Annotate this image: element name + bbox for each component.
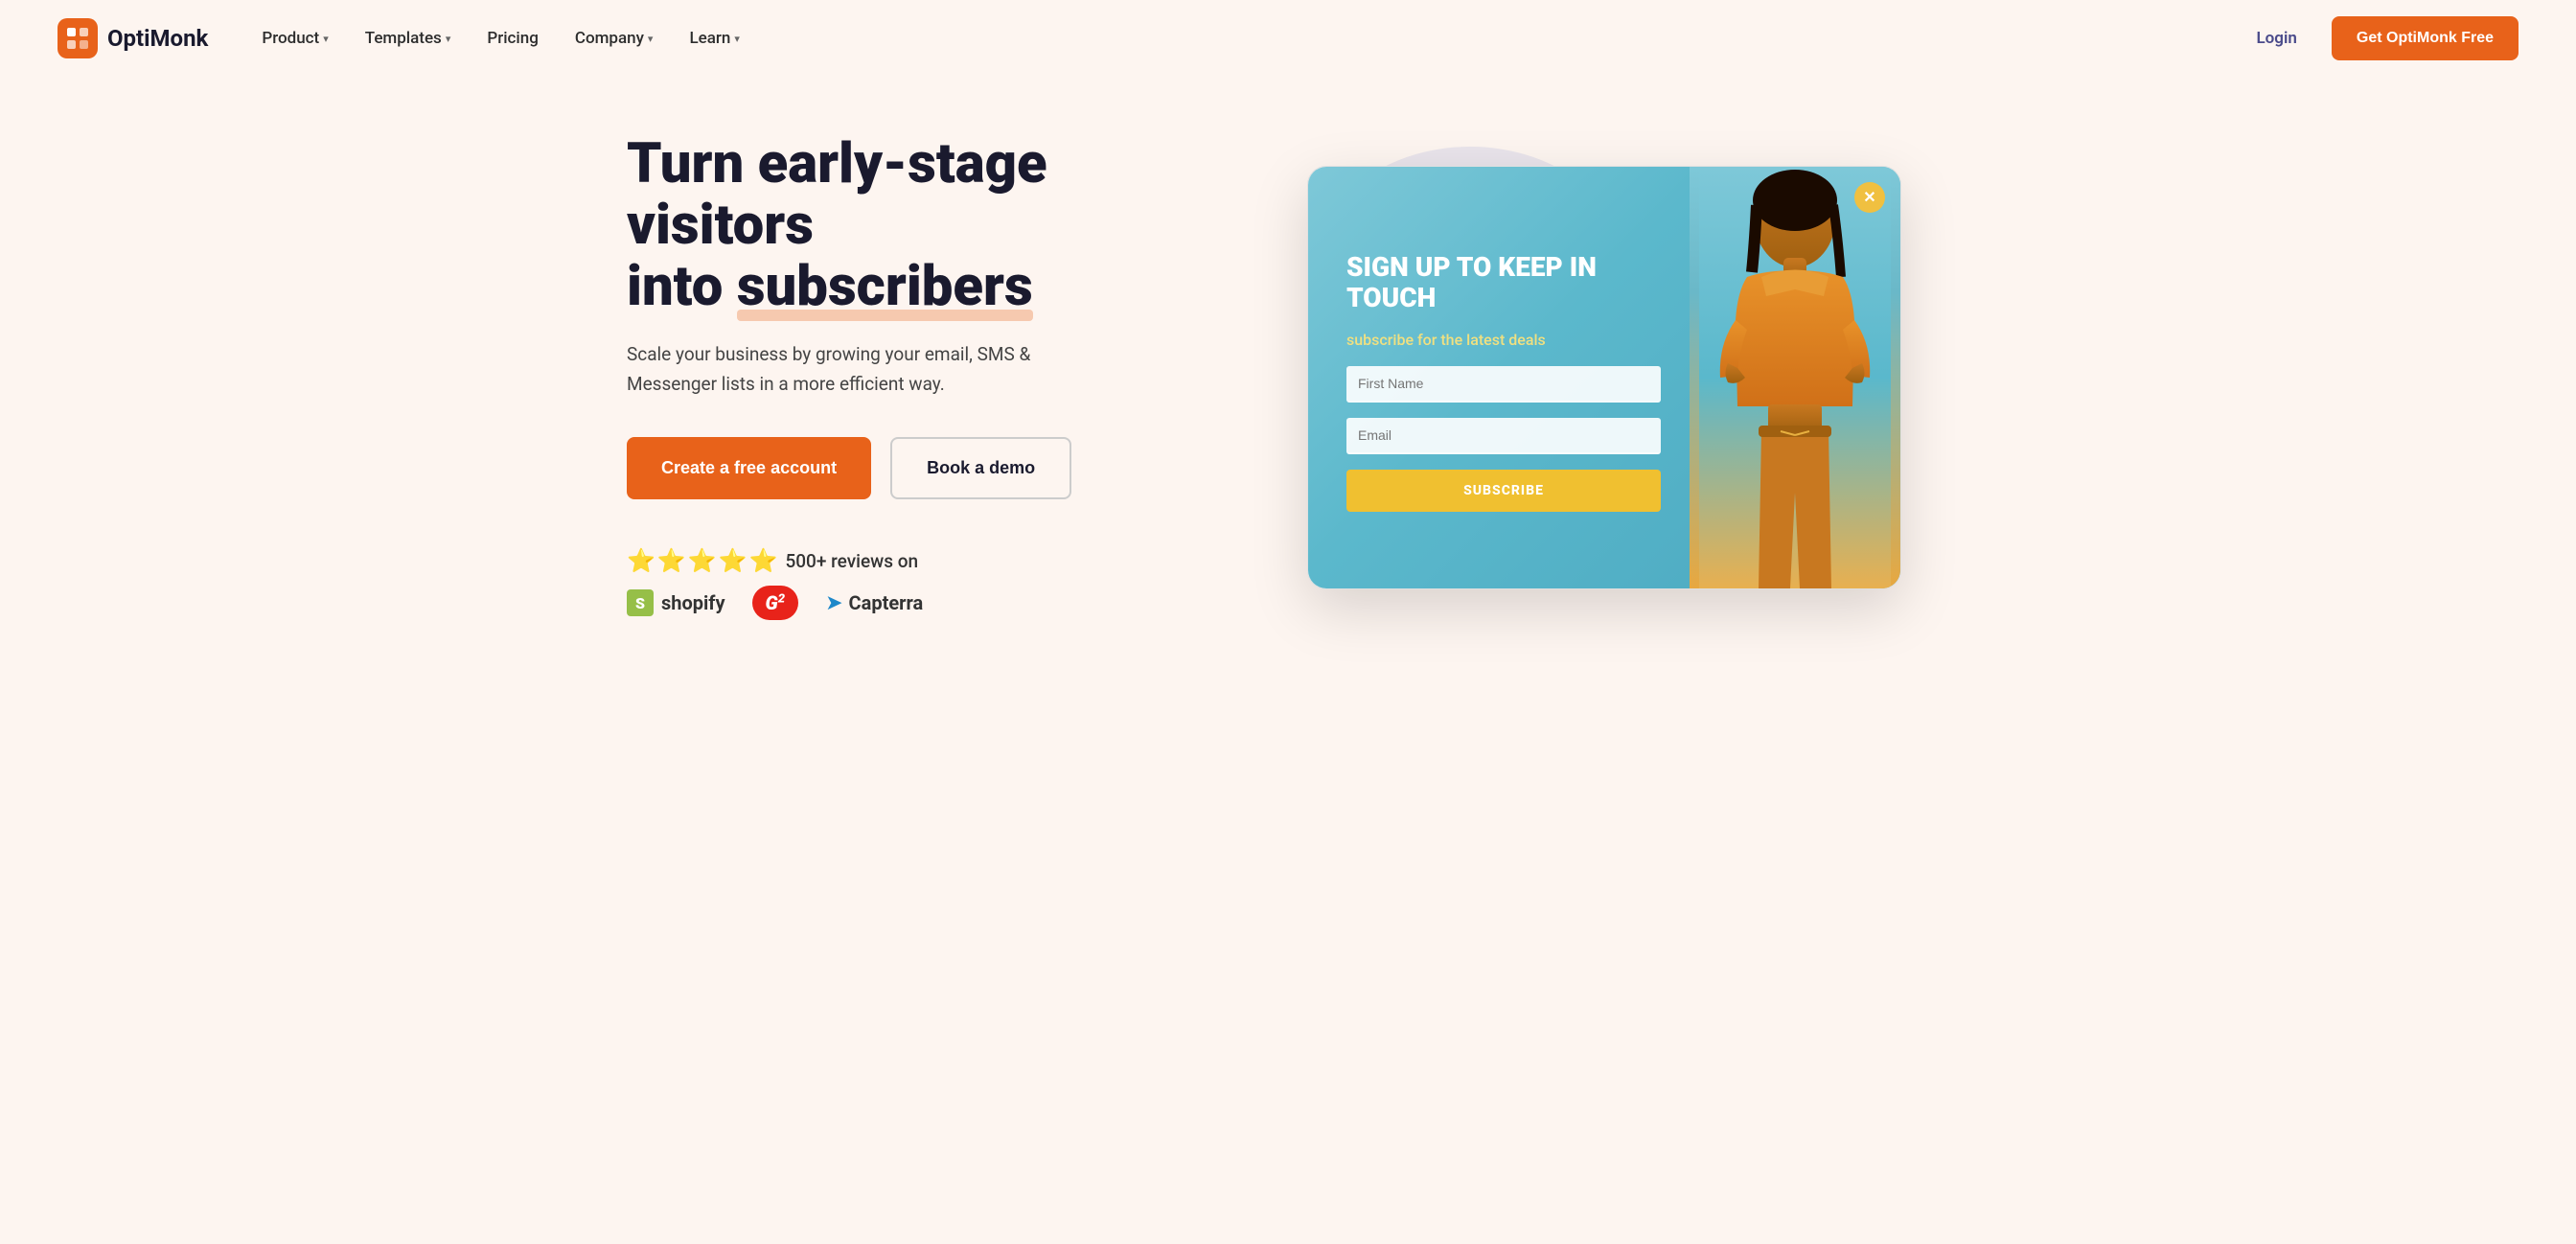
shopify-icon: S [627,589,654,616]
shopify-logo: S shopify [627,589,725,616]
chevron-down-icon: ▾ [648,33,654,45]
preview-popup: ✕ SIGN UP TO KEEP IN TOUCH subscribe for… [1308,167,1900,588]
nav-item-learn[interactable]: Learn ▾ [674,21,754,56]
logo-link[interactable]: OptiMonk [58,18,208,58]
reviews-wrap: ⭐ ⭐ ⭐ ⭐ ⭐ 500+ reviews on S shopify G2 [627,547,1202,620]
popup-model-image [1690,167,1900,588]
create-account-button[interactable]: Create a free account [627,437,871,499]
shopify-label: shopify [661,591,725,614]
popup-content: SIGN UP TO KEEP IN TOUCH subscribe for t… [1308,167,1690,588]
login-button[interactable]: Login [2241,21,2312,56]
star-1: ⭐ [627,547,656,574]
hero-section: Turn early-stage visitors into subscribe… [569,77,2007,697]
book-demo-button[interactable]: Book a demo [890,437,1071,499]
hero-left: Turn early-stage visitors into subscribe… [627,134,1202,620]
hero-highlight: subscribers [737,257,1033,318]
popup-first-name-input[interactable] [1346,366,1661,403]
chevron-down-icon: ▾ [446,33,451,45]
chevron-down-icon: ▾ [734,33,740,45]
star-3: ⭐ [688,547,717,574]
popup-email-input[interactable] [1346,418,1661,454]
hero-subtitle: Scale your business by growing your emai… [627,340,1087,399]
hero-right: ✕ SIGN UP TO KEEP IN TOUCH subscribe for… [1259,166,1949,589]
popup-close-button[interactable]: ✕ [1854,182,1885,213]
stars-row: ⭐ ⭐ ⭐ ⭐ ⭐ 500+ reviews on [627,547,1202,574]
nav-item-company[interactable]: Company ▾ [560,21,669,56]
star-rating: ⭐ ⭐ ⭐ ⭐ ⭐ [627,547,777,574]
preview-card: ✕ SIGN UP TO KEEP IN TOUCH subscribe for… [1307,166,1901,589]
star-4: ⭐ [719,547,748,574]
capterra-logo: ➤ Capterra [825,591,923,615]
capterra-label: Capterra [849,591,924,614]
platform-logos: S shopify G2 ➤ Capterra [627,586,1202,620]
hero-buttons: Create a free account Book a demo [627,437,1202,499]
nav-item-product[interactable]: Product ▾ [246,21,343,56]
capterra-icon: ➤ [825,591,842,615]
star-2: ⭐ [657,547,686,574]
navbar: OptiMonk Product ▾ Templates ▾ Pricing C… [0,0,2576,77]
popup-subscribe-button[interactable]: SUBSCRIBE [1346,470,1661,512]
g2-icon: G2 [752,586,799,620]
g2-logo: G2 [752,586,799,620]
logo-icon [58,18,98,58]
get-optimonk-free-button[interactable]: Get OptiMonk Free [2332,16,2518,60]
chevron-down-icon: ▾ [323,33,329,45]
popup-heading: SIGN UP TO KEEP IN TOUCH [1346,252,1661,313]
star-5: ⭐ [749,547,778,574]
hero-title: Turn early-stage visitors into subscribe… [627,134,1202,317]
nav-item-templates[interactable]: Templates ▾ [350,21,467,56]
nav-item-pricing[interactable]: Pricing [472,21,554,56]
nav-links: Product ▾ Templates ▾ Pricing Company ▾ … [246,21,2241,56]
nav-right: Login Get OptiMonk Free [2241,16,2518,60]
popup-subheading: subscribe for the latest deals [1346,330,1661,351]
reviews-text: 500+ reviews on [785,550,918,572]
brand-name: OptiMonk [107,25,208,52]
